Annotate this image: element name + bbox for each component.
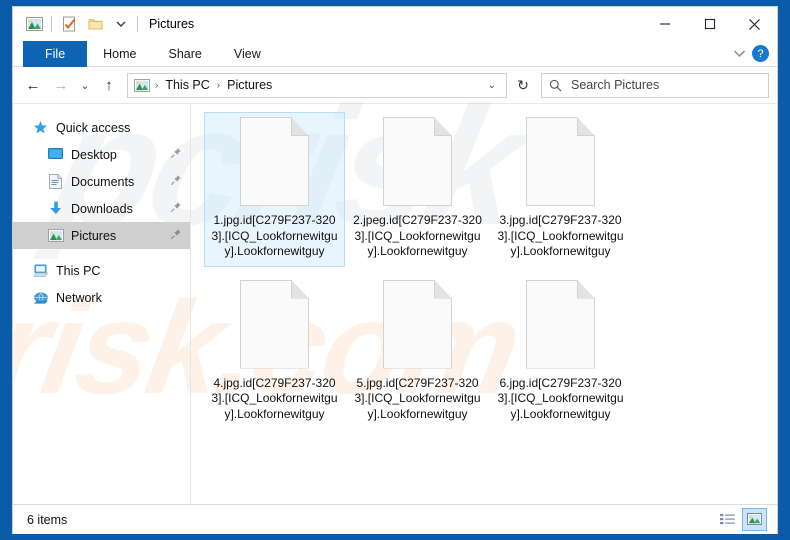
search-icon: [549, 79, 562, 92]
file-name-label: 6.jpg.id[C279F237-3203].[ICQ_Lookfornewi…: [497, 375, 624, 421]
file-grid: 1.jpg.id[C279F237-3203].[ICQ_Lookfornewi…: [203, 112, 771, 437]
search-input[interactable]: Search Pictures: [571, 78, 659, 92]
breadcrumb-pictures-icon: [134, 78, 150, 92]
sidebar-item-pictures[interactable]: Pictures: [13, 222, 190, 249]
file-name-label: 1.jpg.id[C279F237-3203].[ICQ_Lookfornewi…: [211, 213, 338, 258]
close-button[interactable]: [732, 7, 777, 41]
file-name-label: 4.jpg.id[C279F237-3203].[ICQ_Lookfornewi…: [211, 375, 338, 421]
file-explorer-window: Pictures File Home Share View ? ← → ⌄ ↑ …: [12, 6, 778, 534]
tab-home[interactable]: Home: [87, 41, 152, 67]
file-name-label: 2.jpeg.id[C279F237-3203].[ICQ_Lookfornew…: [353, 213, 482, 258]
blank-file-icon: [383, 279, 452, 369]
file-list-view[interactable]: 1.jpg.id[C279F237-3203].[ICQ_Lookfornewi…: [191, 104, 777, 504]
expand-ribbon-chevron-down-icon[interactable]: [733, 45, 746, 63]
pin-icon[interactable]: [170, 228, 182, 243]
minimize-button[interactable]: [642, 7, 687, 41]
sidebar-item-label: Network: [56, 290, 102, 305]
window-title: Pictures: [149, 17, 195, 31]
address-bar: ← → ⌄ ↑ › This PC › Pictures ⌄ ↻ Search …: [13, 67, 777, 104]
file-item[interactable]: 3.jpg.id[C279F237-3203].[ICQ_Lookfornewi…: [490, 112, 631, 267]
sidebar-item-label: Documents: [71, 174, 135, 189]
blank-file-icon: [240, 279, 309, 369]
explorer-body: pcrisk risk.com Quick access: [13, 72, 777, 504]
item-count-label: 6 items: [27, 512, 68, 527]
sidebar-item-label: Desktop: [71, 147, 117, 162]
navigation-pane: Quick access Desktop Documents Downloads…: [13, 104, 191, 504]
sidebar-item-documents[interactable]: Documents: [13, 168, 190, 195]
recent-locations-chevron-down-icon[interactable]: ⌄: [75, 71, 95, 99]
blank-file-icon: [526, 279, 595, 369]
sidebar-item-network[interactable]: Network: [13, 284, 190, 311]
qat-separator-1: [51, 16, 52, 32]
network-icon: [31, 291, 50, 305]
desktop-icon: [46, 148, 65, 161]
title-bar: Pictures: [13, 7, 777, 41]
this-pc-icon: [31, 264, 50, 278]
breadcrumb-item-this-pc[interactable]: This PC: [162, 78, 212, 92]
forward-button[interactable]: →: [47, 71, 75, 99]
ribbon-right-controls: ?: [733, 41, 777, 66]
tab-file[interactable]: File: [23, 41, 88, 67]
file-item[interactable]: 5.jpg.id[C279F237-3203].[ICQ_Lookfornewi…: [347, 275, 488, 430]
new-folder-icon[interactable]: [82, 11, 108, 37]
file-item[interactable]: 2.jpeg.id[C279F237-3203].[ICQ_Lookfornew…: [347, 112, 488, 267]
up-button[interactable]: ↑: [95, 71, 123, 99]
star-icon: [31, 120, 50, 135]
breadcrumb-separator-2: ›: [216, 79, 221, 91]
file-name-label: 5.jpg.id[C279F237-3203].[ICQ_Lookfornewi…: [354, 375, 481, 421]
window-controls: [642, 7, 777, 41]
file-name-label: 3.jpg.id[C279F237-3203].[ICQ_Lookfornewi…: [497, 213, 624, 258]
qat-separator-2: [137, 16, 138, 32]
quick-access-toolbar: [13, 11, 147, 37]
blank-file-icon: [383, 117, 452, 206]
details-view-button[interactable]: [715, 508, 740, 531]
downloads-icon: [46, 201, 65, 216]
refresh-button[interactable]: ↻: [509, 73, 537, 98]
breadcrumb[interactable]: › This PC › Pictures ⌄: [127, 72, 507, 98]
back-button[interactable]: ←: [19, 71, 47, 99]
sidebar-item-quick-access[interactable]: Quick access: [13, 114, 190, 141]
sidebar-item-label: Downloads: [71, 201, 133, 216]
pictures-icon[interactable]: [21, 11, 47, 37]
sidebar-item-label: This PC: [56, 263, 101, 278]
file-item[interactable]: 6.jpg.id[C279F237-3203].[ICQ_Lookfornewi…: [490, 275, 631, 430]
blank-file-icon: [240, 117, 309, 206]
ribbon-tab-bar: File Home Share View ?: [13, 41, 777, 67]
pin-icon[interactable]: [170, 201, 182, 216]
maximize-button[interactable]: [687, 7, 732, 41]
properties-icon[interactable]: [56, 11, 82, 37]
view-mode-buttons: [715, 508, 771, 531]
desktop-background: Pictures File Home Share View ? ← → ⌄ ↑ …: [0, 0, 790, 540]
breadcrumb-dropdown-chevron-down-icon[interactable]: ⌄: [482, 80, 502, 91]
file-item[interactable]: 4.jpg.id[C279F237-3203].[ICQ_Lookfornewi…: [204, 275, 345, 430]
blank-file-icon: [526, 117, 595, 206]
sidebar-item-desktop[interactable]: Desktop: [13, 141, 190, 168]
tab-view[interactable]: View: [218, 41, 277, 67]
tab-share[interactable]: Share: [153, 41, 218, 67]
pin-icon[interactable]: [170, 147, 182, 162]
sidebar-item-this-pc[interactable]: This PC: [13, 257, 190, 284]
large-icons-view-button[interactable]: [742, 508, 767, 531]
sidebar-item-label: Pictures: [71, 228, 117, 243]
status-bar: 6 items: [13, 504, 777, 534]
breadcrumb-separator-1: ›: [155, 79, 159, 91]
sidebar-item-label: Quick access: [56, 120, 131, 135]
customize-chevron-icon[interactable]: [108, 11, 134, 37]
documents-icon: [46, 174, 65, 189]
file-item[interactable]: 1.jpg.id[C279F237-3203].[ICQ_Lookfornewi…: [204, 112, 345, 267]
breadcrumb-item-pictures[interactable]: Pictures: [224, 78, 275, 92]
help-icon[interactable]: ?: [752, 45, 769, 62]
pin-icon[interactable]: [170, 174, 182, 189]
pictures-icon: [46, 229, 65, 242]
sidebar-item-downloads[interactable]: Downloads: [13, 195, 190, 222]
search-box[interactable]: Search Pictures: [541, 72, 769, 98]
